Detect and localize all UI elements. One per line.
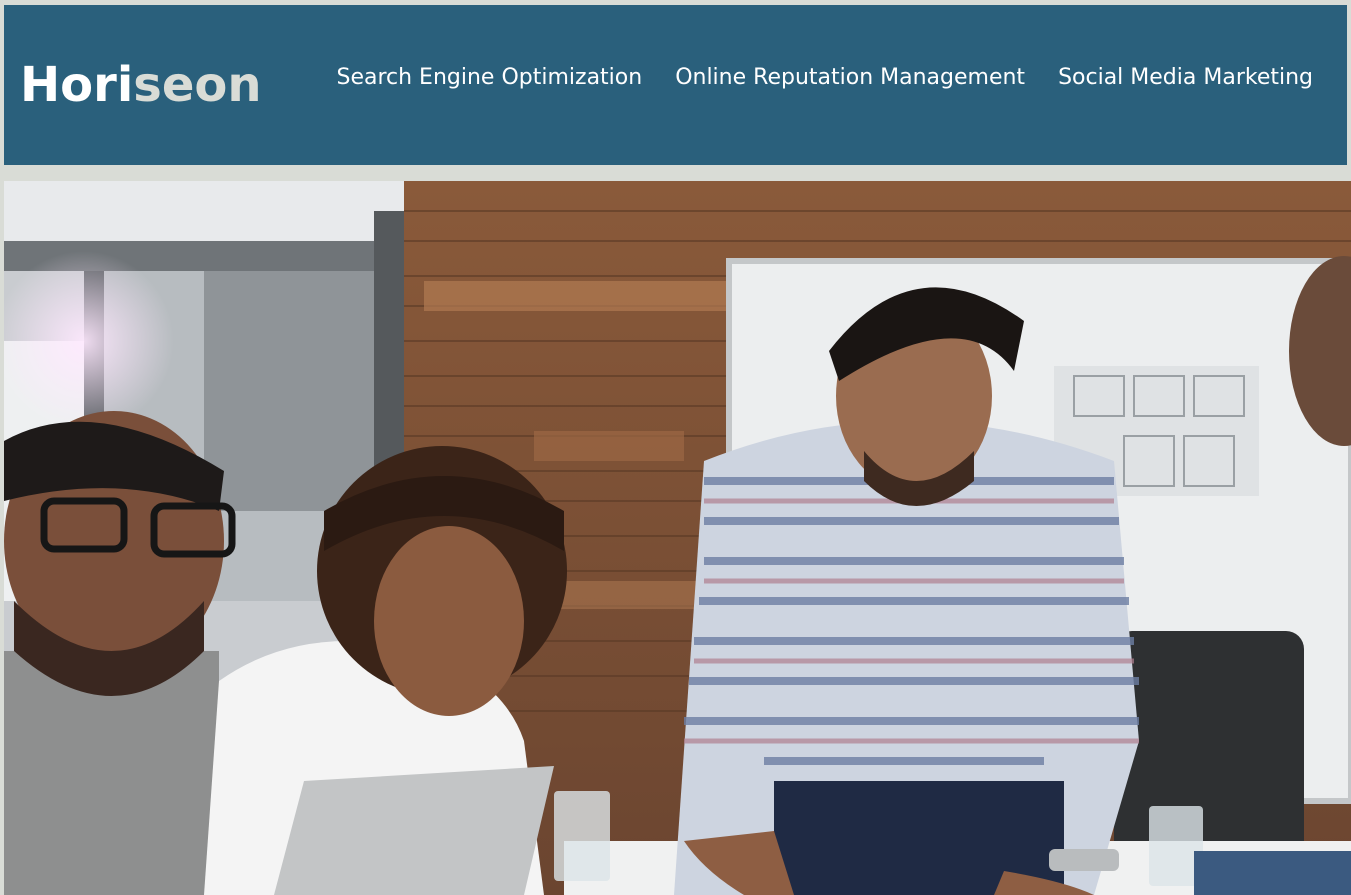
nav-link-orm[interactable]: Online Reputation Management: [675, 63, 1025, 93]
hero-image: [4, 181, 1351, 895]
nav-link-seo[interactable]: Search Engine Optimization: [336, 63, 642, 93]
site-logo[interactable]: Horiseon: [20, 57, 262, 113]
nav-item-smm: Social Media Marketing: [1058, 63, 1313, 93]
nav-item-orm: Online Reputation Management: [675, 63, 1025, 93]
logo-prefix: Hori: [20, 57, 134, 113]
team-meeting-photo-icon: [4, 181, 1351, 895]
main-nav: Search Engine Optimization Online Reputa…: [336, 63, 1313, 93]
logo-suffix: seon: [133, 57, 262, 113]
site-header: Horiseon Search Engine Optimization Onli…: [4, 5, 1347, 165]
nav-link-smm[interactable]: Social Media Marketing: [1058, 63, 1313, 93]
nav-item-seo: Search Engine Optimization: [336, 63, 642, 93]
